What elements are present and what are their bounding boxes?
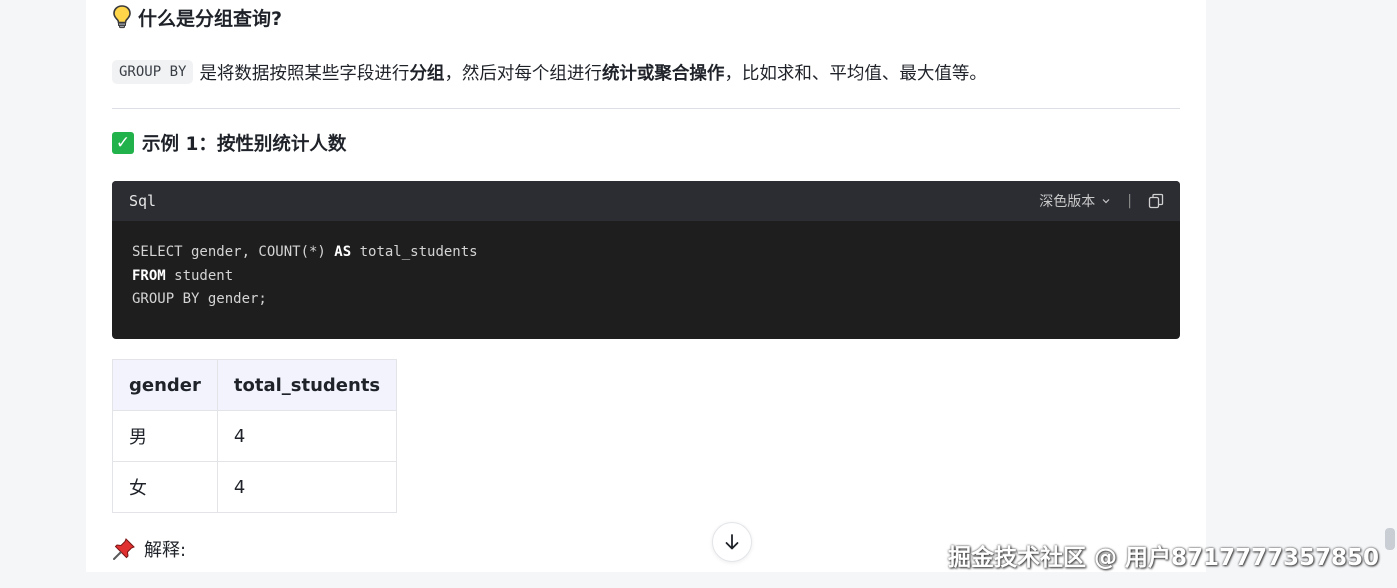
table-cell: 女: [112, 461, 218, 513]
code-line: GROUP BY gender;: [132, 291, 267, 307]
scroll-down-button[interactable]: [712, 522, 752, 562]
section-heading-text: 什么是分组查询?: [138, 7, 283, 30]
pushpin-icon: [113, 538, 135, 560]
result-table: gender total_students 男 4 女 4: [112, 359, 398, 513]
paragraph-bold-text: 分组: [409, 63, 445, 84]
intro-paragraph: GROUP BY 是将数据按照某些字段进行 分组 ，然后对每个组进行 统计或聚合…: [112, 56, 1192, 88]
code-block-header: Sql 深色版本 |: [112, 181, 1180, 221]
table-header-cell: gender: [112, 359, 218, 411]
lightbulb-icon: [113, 5, 131, 29]
code-content: SELECT gender, COUNT(*) AS total_student…: [112, 221, 1180, 312]
section-heading-text: 解释:: [144, 540, 187, 561]
theme-select-dropdown[interactable]: 深色版本: [1039, 191, 1111, 211]
inline-code: GROUP BY: [112, 60, 194, 84]
table-cell: 男: [112, 410, 218, 462]
paragraph-text: ，比如求和、平均值、最大值等。: [724, 63, 987, 84]
table-row: 男 4: [112, 410, 398, 462]
table-cell: 4: [216, 410, 398, 462]
chevron-down-icon: [1102, 199, 1110, 204]
section-heading-what-is-grouping: 什么是分组查询?: [112, 2, 282, 32]
paragraph-bold-text: 统计或聚合操作: [601, 63, 725, 84]
toolbar-separator: |: [1127, 193, 1132, 209]
check-mark-icon: ✓: [112, 132, 134, 154]
table-header-cell: total_students: [216, 359, 398, 411]
code-language-label: Sql: [129, 192, 157, 210]
code-line: FROM student: [132, 267, 234, 284]
table-row: 女 4: [112, 461, 398, 513]
paragraph-text: ，然后对每个组进行: [444, 63, 602, 84]
section-heading-example-1: ✓ 示例 1：按性别统计人数: [112, 128, 346, 158]
code-block: Sql 深色版本 | SELECT gender, COUNT(*) AS to…: [112, 181, 1180, 339]
horizontal-divider: [112, 108, 1180, 109]
code-toolbar: 深色版本 |: [1039, 191, 1164, 211]
article-content: 什么是分组查询? GROUP BY 是将数据按照某些字段进行 分组 ，然后对每个…: [86, 0, 1206, 572]
code-line: SELECT gender, COUNT(*) AS total_student…: [132, 244, 478, 260]
arrow-down-icon: [725, 534, 739, 550]
watermark: 掘金技术社区 @ 用户8717777357850: [947, 545, 1379, 571]
table-cell: 4: [216, 461, 398, 513]
section-heading-text: 示例 1：按性别统计人数: [142, 134, 347, 155]
scrollbar-thumb[interactable]: [1385, 528, 1395, 550]
table-header-row: gender total_students: [112, 359, 398, 411]
copy-icon[interactable]: [1148, 193, 1164, 209]
section-heading-explanation: 解释:: [112, 534, 186, 564]
paragraph-text: 是将数据按照某些字段进行: [199, 63, 410, 84]
theme-select-label: 深色版本: [1039, 194, 1096, 210]
